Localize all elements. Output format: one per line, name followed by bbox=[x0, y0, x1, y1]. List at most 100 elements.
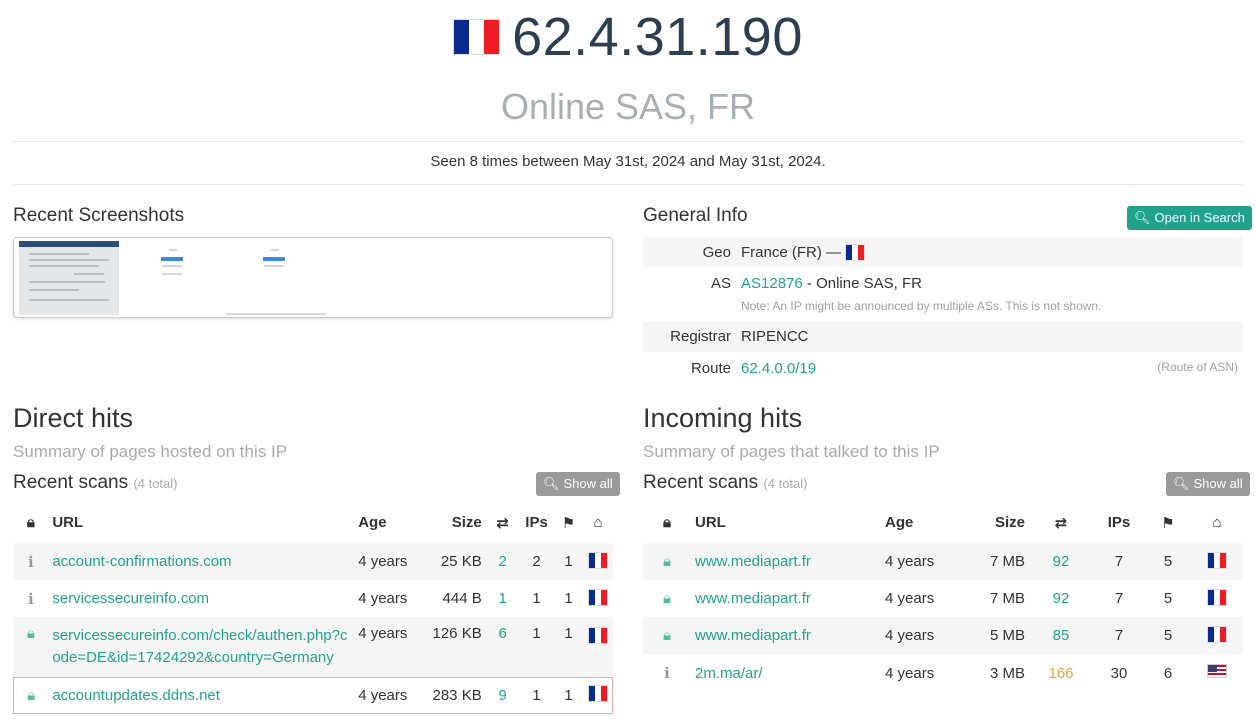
incoming-hits-subtitle: Summary of pages that talked to this IP bbox=[643, 442, 940, 461]
as-owner: - Online SAS, FR bbox=[806, 275, 922, 292]
us-flag-icon bbox=[1207, 664, 1227, 678]
scan-url-link[interactable]: 2m.ma/ar/ bbox=[691, 654, 881, 692]
recent-scans-label: Recent scans bbox=[643, 472, 759, 493]
divider bbox=[13, 184, 1243, 185]
info-icon: ℹ bbox=[28, 553, 34, 571]
scan-ips: 2 bbox=[519, 543, 554, 580]
as-value-group: AS12876 - Online SAS, FR bbox=[741, 275, 922, 292]
search-icon: 🔍︎ bbox=[543, 476, 560, 491]
geo-label: Geo bbox=[702, 244, 731, 261]
scan-ips: 7 bbox=[1114, 590, 1124, 607]
france-flag-icon bbox=[1207, 551, 1227, 569]
route-link[interactable]: 62.4.0.0/19 bbox=[741, 360, 816, 377]
direct-hits-subtitle: Summary of pages hosted on this IP bbox=[13, 442, 288, 461]
age-column-header[interactable]: Age bbox=[881, 502, 961, 543]
incoming-recent-scans-title: Recent scans (4 total) bbox=[643, 472, 807, 494]
screenshots-strip bbox=[13, 237, 613, 318]
france-flag-icon bbox=[1207, 588, 1227, 606]
france-flag-icon bbox=[587, 627, 608, 644]
scan-url-link[interactable]: account-confirmations.com bbox=[48, 543, 355, 580]
incoming-hits-title: Incoming hits bbox=[643, 403, 803, 433]
size-column-header[interactable]: Size bbox=[961, 502, 1029, 543]
scan-age: 4 years bbox=[354, 543, 417, 580]
scan-age: 4 years bbox=[354, 617, 417, 677]
scan-url-link[interactable]: accountupdates.ddns.net bbox=[48, 676, 355, 714]
scan-url-link[interactable]: servicessecureinfo.com bbox=[48, 580, 354, 617]
screenshot-thumbnail[interactable] bbox=[19, 241, 119, 315]
scan-size: 444 B bbox=[442, 590, 482, 607]
table-row: 🔒︎ accountupdates.ddns.net 4 years 283 K… bbox=[13, 676, 614, 714]
scan-url-link[interactable]: www.mediapart.fr bbox=[691, 580, 881, 617]
table-row: ℹ servicessecureinfo.com 4 years 444 B 1… bbox=[14, 580, 613, 617]
scan-ips: 1 bbox=[532, 590, 541, 607]
scan-countries: 5 bbox=[1145, 543, 1191, 580]
france-flag-icon bbox=[845, 244, 866, 261]
recent-scans-label: Recent scans bbox=[13, 472, 129, 493]
age-column-header[interactable]: Age bbox=[354, 502, 416, 543]
france-flag-icon bbox=[1207, 625, 1227, 643]
table-header: 🔒︎ URL Age Size ⇄ IPs ⚑ ⌂ bbox=[14, 502, 613, 543]
url-part: servicessecureinfo.com/check/authen.php?… bbox=[52, 626, 348, 644]
direct-recent-scans-title: Recent scans (4 total) bbox=[13, 472, 177, 494]
scan-size: 3 MB bbox=[989, 664, 1025, 682]
general-info-title: General Info bbox=[643, 205, 748, 226]
scan-requests[interactable]: 166 bbox=[1029, 654, 1093, 692]
info-icon: ℹ bbox=[664, 665, 670, 682]
as-link[interactable]: AS12876 bbox=[741, 275, 803, 292]
scan-requests[interactable]: 92 bbox=[1029, 580, 1093, 617]
scan-age: 4 years bbox=[881, 543, 961, 580]
ip-address: 62.4.31.190 bbox=[512, 7, 803, 67]
requests-icon: ⇄ bbox=[496, 514, 509, 532]
ips-column-header[interactable]: IPs bbox=[520, 502, 554, 543]
scan-url-link[interactable]: www.mediapart.fr bbox=[691, 617, 881, 654]
france-flag-icon bbox=[587, 588, 608, 606]
scan-age: 4 years bbox=[881, 617, 961, 654]
lock-icon: 🔒︎ bbox=[663, 627, 671, 644]
ips-column-header[interactable]: IPs bbox=[1093, 502, 1145, 543]
table-row: 🔒︎ www.mediapart.fr 4 years 7 MB 92 7 5 bbox=[643, 543, 1243, 580]
scan-requests[interactable]: 85 bbox=[1029, 617, 1093, 654]
lock-icon: 🔒︎ bbox=[27, 686, 36, 704]
size-column-header[interactable]: Size bbox=[416, 502, 486, 543]
france-flag-icon bbox=[587, 685, 608, 702]
scan-size: 7 MB bbox=[961, 543, 1029, 580]
info-icon: ℹ bbox=[28, 590, 34, 608]
seen-summary: Seen 8 times between May 31st, 2024 and … bbox=[430, 153, 826, 170]
flag-column-icon: ⚑ bbox=[1161, 514, 1175, 532]
scan-url-link[interactable]: www.mediapart.fr bbox=[691, 543, 881, 580]
scan-requests[interactable]: 2 bbox=[485, 543, 520, 580]
requests-icon: ⇄ bbox=[1054, 514, 1068, 532]
scan-age: 4 years bbox=[885, 664, 935, 682]
scan-size: 7 MB bbox=[989, 590, 1025, 607]
scan-size: 5 MB bbox=[961, 617, 1029, 654]
table-row: 🔒︎ www.mediapart.fr 4 years 5 MB 85 7 5 bbox=[643, 617, 1243, 654]
screenshot-thumbnail[interactable] bbox=[124, 241, 224, 315]
scan-ips: 1 bbox=[519, 676, 554, 714]
recent-screenshots-title: Recent Screenshots bbox=[13, 205, 185, 226]
scan-countries: 1 bbox=[553, 617, 584, 677]
url-column-header[interactable]: URL bbox=[48, 502, 354, 543]
table-row: ℹ 2m.ma/ar/ 4 years 3 MB 166 30 6 bbox=[643, 654, 1243, 692]
scan-requests[interactable]: 9 bbox=[485, 676, 520, 714]
scan-url-link[interactable]: servicessecureinfo.com/check/authen.php?… bbox=[48, 617, 355, 677]
lock-icon: 🔒︎ bbox=[663, 590, 671, 607]
scan-ips: 7 bbox=[1093, 543, 1145, 580]
geo-value: France (FR) — bbox=[741, 244, 842, 261]
scan-requests[interactable]: 1 bbox=[486, 580, 520, 617]
url-column-header[interactable]: URL bbox=[691, 502, 881, 543]
registrar-label: Registrar bbox=[670, 328, 731, 345]
open-in-search-button[interactable]: 🔍︎ Open in Search bbox=[1127, 206, 1252, 230]
scan-countries: 5 bbox=[1163, 590, 1173, 607]
direct-scans-table: 🔒︎ URL Age Size ⇄ IPs ⚑ ⌂ ℹ account-conf… bbox=[13, 502, 614, 714]
geo-value-group: France (FR) — bbox=[741, 244, 866, 261]
scan-size: 283 KB bbox=[416, 676, 486, 714]
screenshot-thumbnail[interactable] bbox=[226, 241, 326, 315]
incoming-show-all-button[interactable]: 🔍︎ Show all bbox=[1166, 472, 1250, 496]
scan-size: 126 KB bbox=[416, 617, 486, 677]
scan-total-count: (4 total) bbox=[133, 476, 178, 491]
divider bbox=[13, 141, 1243, 142]
scan-requests[interactable]: 6 bbox=[485, 617, 520, 677]
france-flag-icon bbox=[587, 551, 608, 569]
direct-show-all-button[interactable]: 🔍︎ Show all bbox=[536, 472, 620, 496]
scan-requests[interactable]: 92 bbox=[1029, 543, 1093, 580]
